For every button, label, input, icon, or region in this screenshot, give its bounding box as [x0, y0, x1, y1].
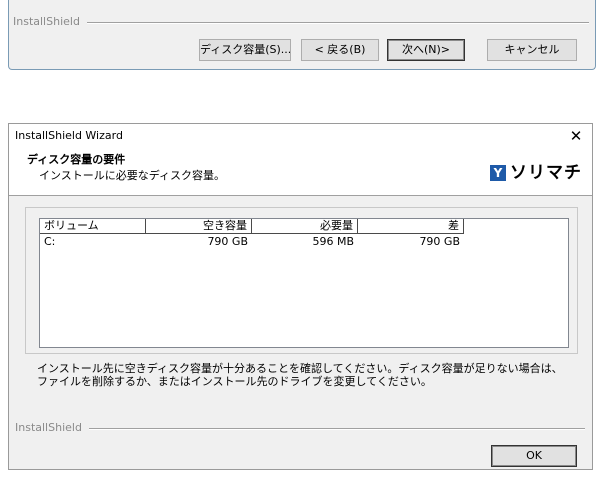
next-button[interactable]: 次へ(N)> [387, 39, 465, 61]
top-brand-divider [87, 22, 589, 24]
footer-brand-label: InstallShield [15, 421, 82, 434]
footer-brand-divider [89, 428, 585, 430]
cell-difference: 790 GB [419, 235, 460, 248]
window-title: InstallShield Wizard [15, 129, 123, 142]
column-header-difference[interactable]: 差 [358, 219, 464, 234]
back-button[interactable]: < 戻る(B) [301, 39, 379, 61]
cell-required: 596 MB [312, 235, 354, 248]
sorimachi-logo: Y ソリマチ [490, 163, 582, 183]
cell-free-space: 790 GB [207, 235, 248, 248]
info-message: インストール先に空きディスク容量が十分あることを確認してください。ディスク容量が… [37, 362, 563, 388]
volume-list[interactable]: ボリューム 空き容量 必要量 差 C: 790 GB 596 MB 790 GB [39, 218, 569, 348]
header-subtitle: インストールに必要なディスク容量。 [39, 169, 226, 182]
top-brand-row: InstallShield [13, 15, 589, 29]
dialog-header: ディスク容量の要件 インストールに必要なディスク容量。 Y ソリマチ [9, 148, 592, 196]
background-wizard-panel: InstallShield ディスク容量(S)... < 戻る(B) 次へ(N)… [8, 0, 596, 70]
table-row[interactable]: C: 790 GB 596 MB 790 GB [40, 235, 464, 248]
column-header-volume[interactable]: ボリューム [40, 219, 146, 234]
column-header-required[interactable]: 必要量 [252, 219, 358, 234]
column-header-free-space[interactable]: 空き容量 [146, 219, 252, 234]
logo-mark-icon: Y [490, 165, 506, 181]
footer-brand-row: InstallShield [15, 421, 585, 435]
top-brand-label: InstallShield [13, 15, 80, 28]
ok-button[interactable]: OK [491, 445, 577, 467]
disk-space-dialog: InstallShield Wizard ✕ ディスク容量の要件 インストールに… [8, 123, 593, 470]
header-title: ディスク容量の要件 [27, 153, 126, 166]
list-header: ボリューム 空き容量 必要量 差 [40, 219, 464, 234]
cancel-button[interactable]: キャンセル [487, 39, 577, 61]
logo-text: ソリマチ [510, 163, 582, 183]
close-icon[interactable]: ✕ [566, 126, 586, 146]
title-bar: InstallShield Wizard ✕ [9, 124, 592, 148]
disk-space-button[interactable]: ディスク容量(S)... [199, 39, 291, 61]
cell-volume: C: [44, 235, 56, 248]
